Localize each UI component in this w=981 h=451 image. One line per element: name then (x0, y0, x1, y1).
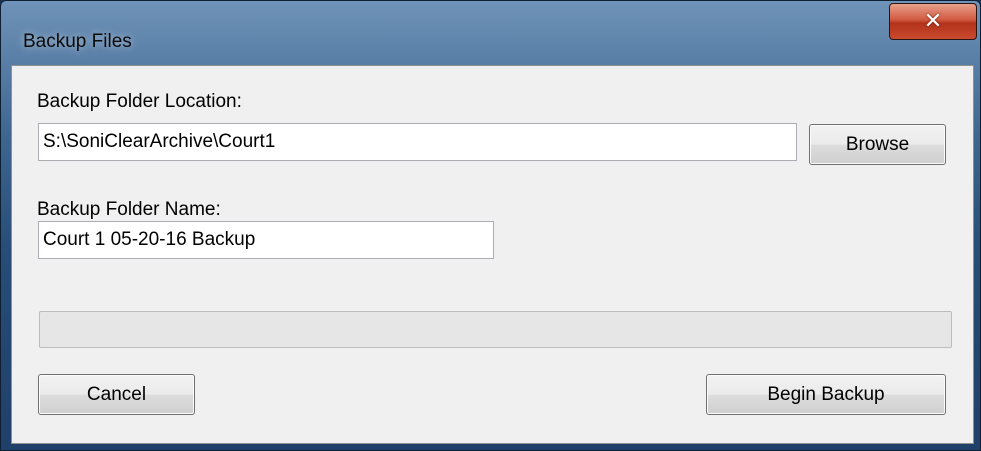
window-title: Backup Files (23, 31, 132, 52)
backup-folder-location-input[interactable]: S:\SoniClearArchive\Court1 (38, 123, 797, 161)
close-icon: ✕ (923, 9, 943, 34)
browse-button[interactable]: Browse (809, 124, 946, 165)
backup-files-window: Backup Files ✕ Backup Folder Location: S… (0, 0, 981, 451)
cancel-button[interactable]: Cancel (38, 374, 195, 415)
backup-folder-name-label: Backup Folder Name: (37, 199, 221, 220)
backup-folder-location-label: Backup Folder Location: (37, 91, 242, 112)
backup-folder-name-input[interactable]: Court 1 05-20-16 Backup (38, 221, 494, 259)
title-bar[interactable]: Backup Files ✕ (1, 1, 980, 65)
backup-progress-bar (39, 311, 952, 348)
dialog-body: Backup Folder Location: S:\SoniClearArch… (11, 65, 974, 444)
begin-backup-button[interactable]: Begin Backup (706, 374, 946, 415)
close-button[interactable]: ✕ (889, 3, 977, 40)
